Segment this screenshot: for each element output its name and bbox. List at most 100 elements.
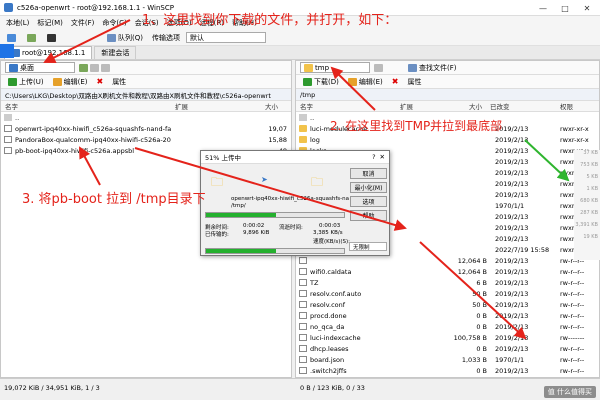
file-name-text: board.json	[310, 355, 345, 364]
terminal-button[interactable]	[44, 32, 61, 44]
file-date: 2019/2/13	[495, 300, 529, 309]
minimize-button[interactable]: 最小化(M)	[350, 182, 387, 193]
col-size[interactable]: 大小	[446, 101, 486, 111]
tab-new-session[interactable]: 新建会话	[94, 46, 137, 59]
right-row[interactable]: .switch2jffs 0 B 2019/2/13 rw-r--r--	[296, 365, 599, 376]
right-row[interactable]: resolv.conf 50 B 2019/2/13 rw-r--r--	[296, 299, 599, 310]
folder-open-icon[interactable]	[79, 63, 88, 72]
col-perm[interactable]: 权限	[556, 101, 596, 111]
queue-icon	[107, 33, 116, 42]
transfer-options[interactable]: 传输选项	[149, 32, 183, 44]
tab-session-label: root@192.168.1.1	[22, 49, 86, 57]
delete-icon: ✖	[96, 77, 104, 86]
help-button[interactable]: 帮助	[350, 210, 387, 221]
file-size: 0 B	[476, 311, 487, 320]
compare-button[interactable]	[24, 32, 41, 44]
file-name: ..	[1, 114, 171, 122]
file-name: openwrt-ipq40xx-hiwifi_c526a-squashfs-na…	[1, 125, 171, 133]
side-size: 19 KB	[583, 234, 598, 240]
local-location-bar: 桌面	[1, 61, 291, 75]
remote-delete-button[interactable]: ✖	[389, 76, 402, 88]
file-icon	[4, 147, 12, 154]
col-name[interactable]: 名字	[1, 101, 171, 111]
col-ext[interactable]: 扩展	[171, 101, 261, 111]
upload-button[interactable]: 上传(U)	[5, 76, 47, 88]
file-icon	[299, 334, 307, 341]
remote-properties-button[interactable]: 属性	[404, 76, 424, 88]
speed-limit-select[interactable]: 无限制	[349, 242, 387, 251]
dialog-close-icon[interactable]: ✕	[380, 153, 385, 161]
right-row[interactable]: wifi0.caldata 12,064 B 2019/2/13 rw-r--r--	[296, 266, 599, 277]
right-row[interactable]: no_qca_da 0 B 2019/2/13 rw-r--r--	[296, 321, 599, 332]
side-size: 3,391 KB	[575, 222, 598, 228]
blue-banner	[0, 44, 14, 58]
file-date: 2019/2/13	[495, 256, 529, 265]
maximize-icon[interactable]: □	[554, 1, 576, 15]
back-icon[interactable]	[90, 63, 99, 72]
file-name: pb-boot-ipq40xx-hiwifi-c526a.appsbl	[1, 147, 171, 155]
queue-button[interactable]: 队列(Q)	[104, 32, 146, 44]
right-row[interactable]: dhcp.leases 0 B 2019/2/13 rw-r--r--	[296, 343, 599, 354]
file-name-text: ..	[15, 113, 20, 122]
tab-session[interactable]: root@192.168.1.1	[4, 46, 93, 59]
col-modified[interactable]: 已改变	[486, 101, 556, 111]
menu-command[interactable]: 命令(C)	[102, 18, 126, 28]
left-row[interactable]: PandoraBox-qualcomm-ipq40xx-hiwifi-c526a…	[1, 134, 291, 145]
help-icon[interactable]: ?	[372, 153, 375, 161]
file-icon	[299, 367, 307, 374]
total-progress-bar	[205, 248, 345, 254]
file-name-text: wifi0.caldata	[310, 267, 352, 276]
local-actions: 上传(U) 编辑(E) ✖ 属性	[1, 75, 291, 89]
remote-location-select[interactable]: tmp	[300, 62, 370, 73]
file-name-text: log	[310, 135, 320, 144]
file-name: board.json	[296, 356, 396, 364]
edit-icon	[347, 77, 357, 86]
transfer-settings-select[interactable]: 默认	[185, 32, 266, 43]
file-name-text: resolv.conf	[310, 300, 346, 309]
local-properties-button[interactable]: 属性	[109, 76, 129, 88]
transfer-settings-value: 默认	[189, 33, 204, 42]
upload-label: 上传(U)	[19, 77, 44, 86]
col-name[interactable]: 名字	[296, 101, 396, 111]
local-edit-button[interactable]: 编辑(E)	[50, 76, 91, 88]
col-ext[interactable]: 扩展	[396, 101, 446, 111]
right-row[interactable]: resolv.conf.auto 50 B 2019/2/13 rw-r--r--	[296, 288, 599, 299]
right-row[interactable]: luci-indexcache 100,758 B 2019/2/13 rw-----…	[296, 332, 599, 343]
right-row[interactable]: TZ 6 B 2019/2/13 rw-r--r--	[296, 277, 599, 288]
refresh-icon[interactable]	[374, 63, 383, 72]
minimize-icon[interactable]: —	[532, 1, 554, 15]
remote-edit-button[interactable]: 编辑(E)	[345, 76, 386, 88]
file-name: procd.done	[296, 312, 396, 320]
cancel-button[interactable]: 取消	[350, 168, 387, 179]
local-location-select[interactable]: 桌面	[5, 62, 75, 73]
menu-local[interactable]: 本地(L)	[6, 18, 29, 28]
download-icon	[303, 77, 312, 86]
right-row[interactable]: log 2019/2/13 rwxr-xr-x	[296, 134, 599, 145]
local-delete-button[interactable]: ✖	[93, 76, 106, 88]
menu-file[interactable]: 文件(F)	[71, 18, 95, 28]
remote-properties-label: 属性	[407, 77, 422, 86]
options-button[interactable]: 选项	[350, 196, 387, 207]
left-row[interactable]: openwrt-ipq40xx-hiwifi_c526a-squashfs-na…	[1, 123, 291, 134]
col-size[interactable]: 大小	[261, 101, 291, 111]
menu-mark[interactable]: 标记(M)	[37, 18, 63, 28]
queue-label: 队列(Q)	[118, 33, 143, 42]
sync-button[interactable]	[4, 32, 21, 44]
close-icon[interactable]: ✕	[576, 1, 598, 15]
download-button[interactable]: 下载(D)	[300, 76, 342, 88]
file-date: 2019/2/13	[495, 212, 529, 221]
parent-dir-icon	[299, 114, 307, 121]
right-row[interactable]: board.json 1,033 B 1970/1/1 rw-r--r--	[296, 354, 599, 365]
right-row[interactable]: 12,064 B 2019/2/13 rw-r--r--	[296, 255, 599, 266]
side-size: 37 KB	[583, 150, 598, 156]
file-name-text: openwrt-ipq40xx-hiwifi_c526a-squashfs-na…	[15, 124, 171, 133]
forward-icon[interactable]	[101, 63, 110, 72]
file-name: no_qca_da	[296, 323, 396, 331]
side-size-list: 37 KB 753 KB 5 KB 1 KB 680 KB 287 KB 3,391 KB 1…	[574, 150, 600, 246]
right-row[interactable]: procd.done 0 B 2019/2/13 rw-r--r--	[296, 310, 599, 321]
transfer-options-label: 传输选项	[151, 33, 180, 42]
find-files-button[interactable]: 查找文件(F)	[405, 62, 460, 74]
remote-path-text: /tmp	[300, 90, 316, 99]
file-date: 2019/2/13	[495, 289, 529, 298]
left-row[interactable]: ..	[1, 112, 291, 123]
